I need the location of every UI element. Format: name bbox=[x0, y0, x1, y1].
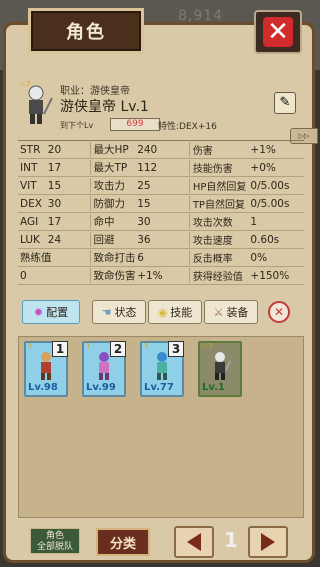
unit-card[interactable]: 1 3 Lv.77 bbox=[140, 341, 184, 397]
prev-page-button[interactable] bbox=[174, 526, 214, 558]
next-level-label: 到下个Lv bbox=[60, 121, 94, 130]
trait-label: 特性:DEX+16 bbox=[158, 122, 217, 132]
stats-row: STR 20 最大HP 240 伤害 +1% bbox=[18, 141, 304, 159]
pencil-icon: ✎ bbox=[279, 95, 291, 110]
next-page-button[interactable] bbox=[248, 526, 288, 558]
rename-button[interactable]: ✎ bbox=[274, 92, 296, 114]
sort-button[interactable]: 分类 bbox=[96, 528, 150, 556]
job-label: 职业：游侠皇帝 bbox=[60, 86, 130, 97]
unit-sprite bbox=[99, 352, 109, 380]
unit-sprite bbox=[157, 352, 167, 380]
tab-bar: ✹ 配置 ☚ 状态 ◉ 技能 ⚔ 装备 ✕ bbox=[18, 298, 302, 326]
party-label-top: 角色 bbox=[45, 531, 64, 541]
page-number: 1 bbox=[224, 528, 238, 552]
hand-icon: ☚ bbox=[101, 305, 112, 319]
unit-card[interactable]: 1 2 Lv.99 bbox=[82, 341, 126, 397]
stats-row: VIT 15 攻击力 25 HP自然回复 0/5.00s bbox=[18, 177, 304, 195]
character-avatar bbox=[28, 85, 53, 124]
tab-status[interactable]: ☚ 状态 bbox=[92, 300, 146, 324]
close-button[interactable]: ✕ bbox=[254, 10, 302, 54]
stats-row: INT 17 最大TP 112 技能伤害 +0% bbox=[18, 159, 304, 177]
chevron-right-icon bbox=[261, 533, 275, 551]
unit-sprite bbox=[41, 352, 51, 380]
stats-table: STR 20 最大HP 240 伤害 +1% INT 17 最大TP 112 技能伤害 +0… bbox=[18, 140, 304, 285]
disband-all-button[interactable]: 角色 全部脱队 bbox=[30, 528, 80, 554]
party-panel: 1 1 Lv.98 1 2 Lv.99 1 3 Lv.77 ☆7 Lv.1 bbox=[18, 336, 304, 518]
unit-card[interactable]: 1 1 Lv.98 bbox=[24, 341, 68, 397]
party-label-bottom: 全部脱队 bbox=[36, 542, 73, 552]
sword-icon: ⚔ bbox=[213, 305, 224, 319]
gear-icon: ✹ bbox=[33, 305, 44, 319]
character-name: 游侠皇帝 Lv.1 bbox=[60, 99, 149, 115]
stats-row: DEX 30 防御力 15 TP自然回复 0/5.00s bbox=[18, 195, 304, 213]
tab-skills[interactable]: ◉ 技能 bbox=[148, 300, 202, 324]
close-icon: ✕ bbox=[263, 17, 293, 47]
stats-row: LUK 24 回避 36 攻击速度 0.60s bbox=[18, 231, 304, 249]
exp-to-next: 699 bbox=[110, 118, 160, 131]
tab-equipment[interactable]: ⚔ 装备 bbox=[204, 300, 258, 324]
chevron-left-icon bbox=[187, 533, 201, 551]
character-header: ☆7 职业：游侠皇帝 游侠皇帝 Lv.1 到下个Lv 699 特性:DEX+16… bbox=[18, 80, 302, 134]
unit-card-selected[interactable]: ☆7 Lv.1 bbox=[198, 341, 242, 397]
stats-row: AGI 17 命中 30 攻击次数 1 bbox=[18, 213, 304, 231]
window-title: 角色 bbox=[28, 8, 144, 54]
stats-row: 熟练值 致命打击 6 反击概率 0% bbox=[18, 249, 304, 267]
rank-tag: ☆7 bbox=[20, 80, 31, 88]
orb-icon: ◉ bbox=[157, 305, 168, 319]
unit-sprite bbox=[215, 352, 231, 380]
bottom-bar: 角色 全部脱队 分类 1 bbox=[0, 520, 320, 567]
disband-icon[interactable]: ✕ bbox=[268, 301, 290, 323]
stats-row: 0 致命伤害 +1% 获得经验值 +150% bbox=[18, 267, 304, 285]
tab-config[interactable]: ✹ 配置 bbox=[22, 300, 80, 324]
